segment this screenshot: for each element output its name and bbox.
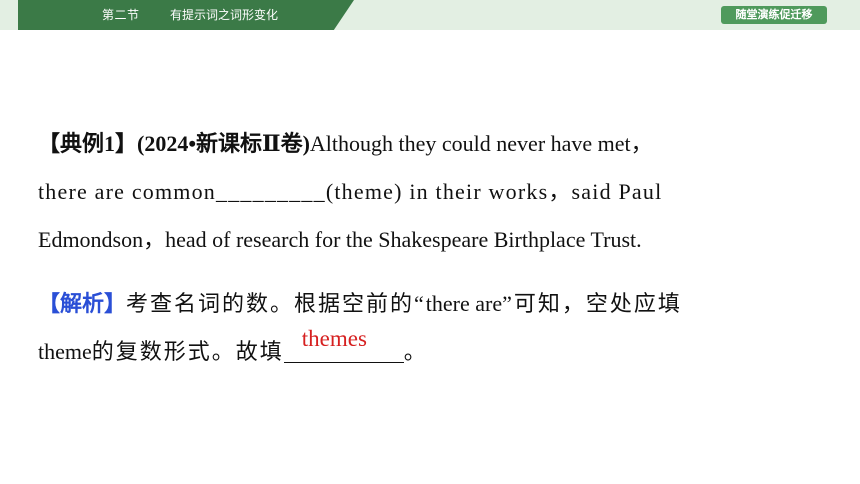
analysis-label: 【解析】 bbox=[38, 291, 127, 316]
example-line-1: 【典例1】(2024•新课标Ⅱ卷)Although they could nev… bbox=[38, 126, 828, 158]
example-blank: _________ bbox=[216, 179, 326, 204]
section-label: 第二节 bbox=[102, 8, 140, 22]
analysis-line-2-mid: 的复数形式。故填 bbox=[91, 339, 284, 364]
example-source: (2024•新课标Ⅱ卷) bbox=[137, 131, 310, 156]
answer-text: themes bbox=[301, 326, 367, 351]
answer-blank: themes bbox=[283, 326, 404, 363]
example-line-2: there are common_________(theme) in thei… bbox=[38, 174, 828, 206]
example-line-3: Edmondson，head of research for the Shake… bbox=[38, 222, 828, 254]
analysis-line-1-a: 考查名词的数。根据空前的“ bbox=[126, 291, 426, 316]
example-line-3-text: Edmondson，head of research for the Shake… bbox=[38, 227, 642, 252]
analysis-quote: there are bbox=[425, 291, 503, 316]
topic-label: 有提示词之词形变化 bbox=[170, 8, 279, 22]
header-tab: 第二节 有提示词之词形变化 bbox=[18, 0, 354, 30]
practice-button[interactable]: 随堂演练促迁移 bbox=[721, 6, 827, 24]
analysis-line-2: theme的复数形式。故填 themes 。 bbox=[38, 326, 828, 366]
example-line-2-pre: there are common bbox=[38, 179, 217, 204]
analysis-line-2-end: 。 bbox=[403, 339, 426, 364]
analysis-line-1-b: ”可知，空处应填 bbox=[502, 291, 682, 316]
slide: 第二节 有提示词之词形变化 随堂演练促迁移 【典例1】(2024•新课标Ⅱ卷)A… bbox=[0, 0, 860, 484]
analysis-line-1: 【解析】考查名词的数。根据空前的“there are”可知，空处应填 bbox=[38, 286, 828, 318]
example-line-2-post: (theme) in their works，said Paul bbox=[325, 179, 663, 204]
example-label: 【典例1】 bbox=[38, 131, 138, 156]
analysis-line-2-pre: theme bbox=[38, 339, 92, 364]
example-line-1-text: Although they could never have met， bbox=[309, 131, 653, 156]
